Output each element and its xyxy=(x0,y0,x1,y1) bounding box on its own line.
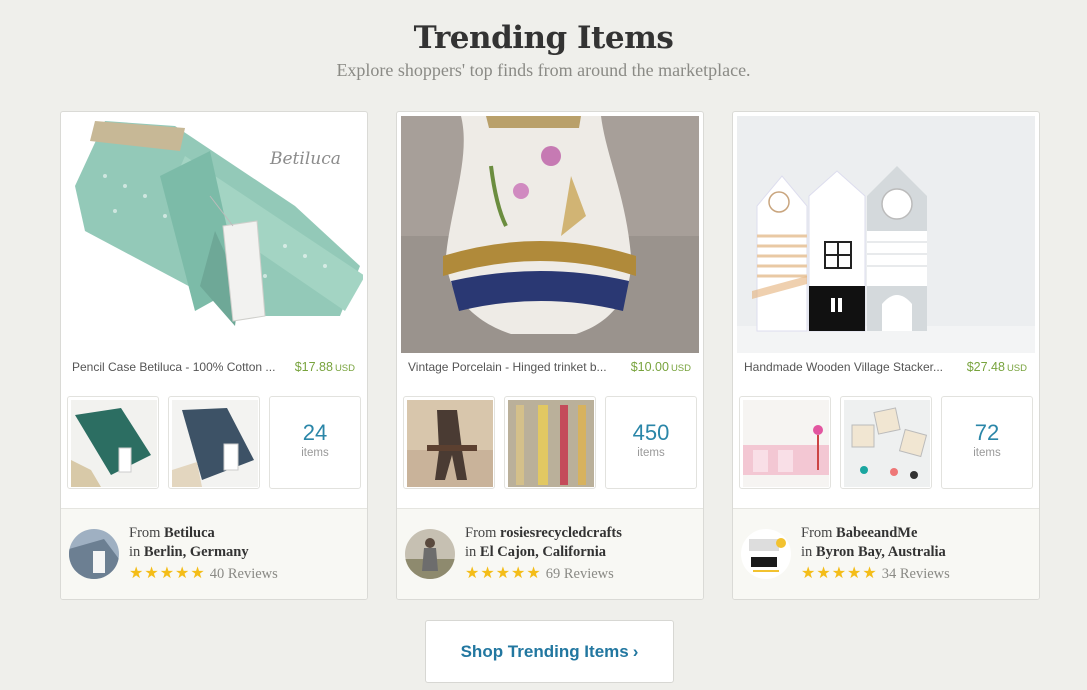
review-count-link[interactable]: 40 Reviews xyxy=(210,566,278,582)
item-count-tile[interactable]: 24 items xyxy=(269,396,361,489)
shop-details: From BabeeandMe in Byron Bay, Australia … xyxy=(801,524,950,583)
shop-avatar[interactable] xyxy=(741,529,791,579)
shop-rating: ★★★★★ 34 Reviews xyxy=(801,563,950,583)
product-image-wooden-village[interactable] xyxy=(737,116,1035,353)
trending-card-rosiesrecycledcrafts: Vintage Porcelain - Hinged trinket b... … xyxy=(396,111,704,600)
in-label: in xyxy=(801,544,813,560)
section-subtitle: Explore shoppers' top finds from around … xyxy=(336,60,751,80)
from-label: From xyxy=(129,525,161,541)
trending-card-babeeandme: Handmade Wooden Village Stacker... $27.4… xyxy=(732,111,1040,600)
thumbnail-row: 450 items xyxy=(403,396,699,489)
shop-info: From Betiluca in Berlin, Germany ★★★★★ 40… xyxy=(61,508,367,599)
shop-rating: ★★★★★ 69 Reviews xyxy=(465,563,622,583)
star-rating-icon: ★★★★★ xyxy=(129,563,206,582)
product-image-pencil-case[interactable]: Betiluca xyxy=(65,116,363,353)
in-label: in xyxy=(465,544,477,560)
from-label: From xyxy=(801,525,833,541)
item-count-label: items xyxy=(301,447,329,459)
thumbnail-1[interactable] xyxy=(67,396,159,489)
shop-name-link[interactable]: BabeeandMe xyxy=(836,525,917,541)
price-amount: $27.48 xyxy=(966,360,1005,374)
in-label: in xyxy=(129,544,141,560)
star-rating-icon: ★★★★★ xyxy=(801,563,878,582)
shop-location: El Cajon, California xyxy=(479,544,606,560)
thumbnail-2[interactable] xyxy=(168,396,260,489)
item-info-row: Pencil Case Betiluca - 100% Cotton ... $… xyxy=(72,360,355,376)
shop-trending-items-button[interactable]: Shop Trending Items › xyxy=(425,620,674,683)
thumbnail-row: 24 items xyxy=(67,396,363,489)
shop-rating: ★★★★★ 40 Reviews xyxy=(129,563,278,583)
shop-location: Berlin, Germany xyxy=(143,544,249,560)
shop-avatar[interactable] xyxy=(405,529,455,579)
item-count-tile[interactable]: 450 items xyxy=(605,396,697,489)
price-amount: $10.00 xyxy=(630,360,669,374)
item-count-tile[interactable]: 72 items xyxy=(941,396,1033,489)
item-title-link[interactable]: Vintage Porcelain - Hinged trinket b... xyxy=(408,360,620,374)
item-price: $17.88 USD xyxy=(295,360,355,374)
price-currency: USD xyxy=(334,363,355,374)
price-currency: USD xyxy=(670,363,691,374)
star-rating-icon: ★★★★★ xyxy=(465,563,542,582)
item-count: 450 xyxy=(632,420,670,445)
trending-card-betiluca: Betiluca Pencil Case Betiluca - 100% Cot… xyxy=(60,111,368,600)
thumbnail-1[interactable] xyxy=(739,396,831,489)
item-price: $10.00 USD xyxy=(631,360,691,374)
shop-location: Byron Bay, Australia xyxy=(815,544,946,560)
shop-details: From rosiesrecycledcrafts in El Cajon, C… xyxy=(465,524,622,583)
price-amount: $17.88 xyxy=(294,360,333,374)
section-title: Trending Items xyxy=(413,20,674,56)
brand-watermark: Betiluca xyxy=(269,149,341,169)
item-price: $27.48 USD xyxy=(967,360,1027,374)
item-count-label: items xyxy=(973,447,1001,459)
shop-info: From rosiesrecycledcrafts in El Cajon, C… xyxy=(397,508,703,599)
thumbnail-2[interactable] xyxy=(840,396,932,489)
item-count-label: items xyxy=(637,447,665,459)
review-count-link[interactable]: 69 Reviews xyxy=(546,566,614,582)
section-header: Trending Items Explore shoppers' top fin… xyxy=(0,18,1087,81)
item-count: 24 xyxy=(302,420,328,445)
thumbnail-row: 72 items xyxy=(739,396,1035,489)
chevron-right-icon: › xyxy=(632,642,639,661)
shop-name-link[interactable]: rosiesrecycledcrafts xyxy=(500,525,622,541)
shop-trending-items-label: Shop Trending Items xyxy=(460,642,629,661)
thumbnail-1[interactable] xyxy=(403,396,495,489)
item-title-link[interactable]: Handmade Wooden Village Stacker... xyxy=(744,360,956,374)
review-count-link[interactable]: 34 Reviews xyxy=(882,566,950,582)
shop-details: From Betiluca in Berlin, Germany ★★★★★ 40… xyxy=(129,524,278,583)
product-image-porcelain-trinket[interactable] xyxy=(401,116,699,353)
item-info-row: Handmade Wooden Village Stacker... $27.4… xyxy=(744,360,1027,376)
item-info-row: Vintage Porcelain - Hinged trinket b... … xyxy=(408,360,691,376)
shop-name-link[interactable]: Betiluca xyxy=(164,525,215,541)
shop-info: From BabeeandMe in Byron Bay, Australia … xyxy=(733,508,1039,599)
item-title-link[interactable]: Pencil Case Betiluca - 100% Cotton ... xyxy=(72,360,284,374)
shop-avatar[interactable] xyxy=(69,529,119,579)
item-count: 72 xyxy=(974,420,1000,445)
thumbnail-2[interactable] xyxy=(504,396,596,489)
from-label: From xyxy=(465,525,497,541)
price-currency: USD xyxy=(1006,363,1027,374)
